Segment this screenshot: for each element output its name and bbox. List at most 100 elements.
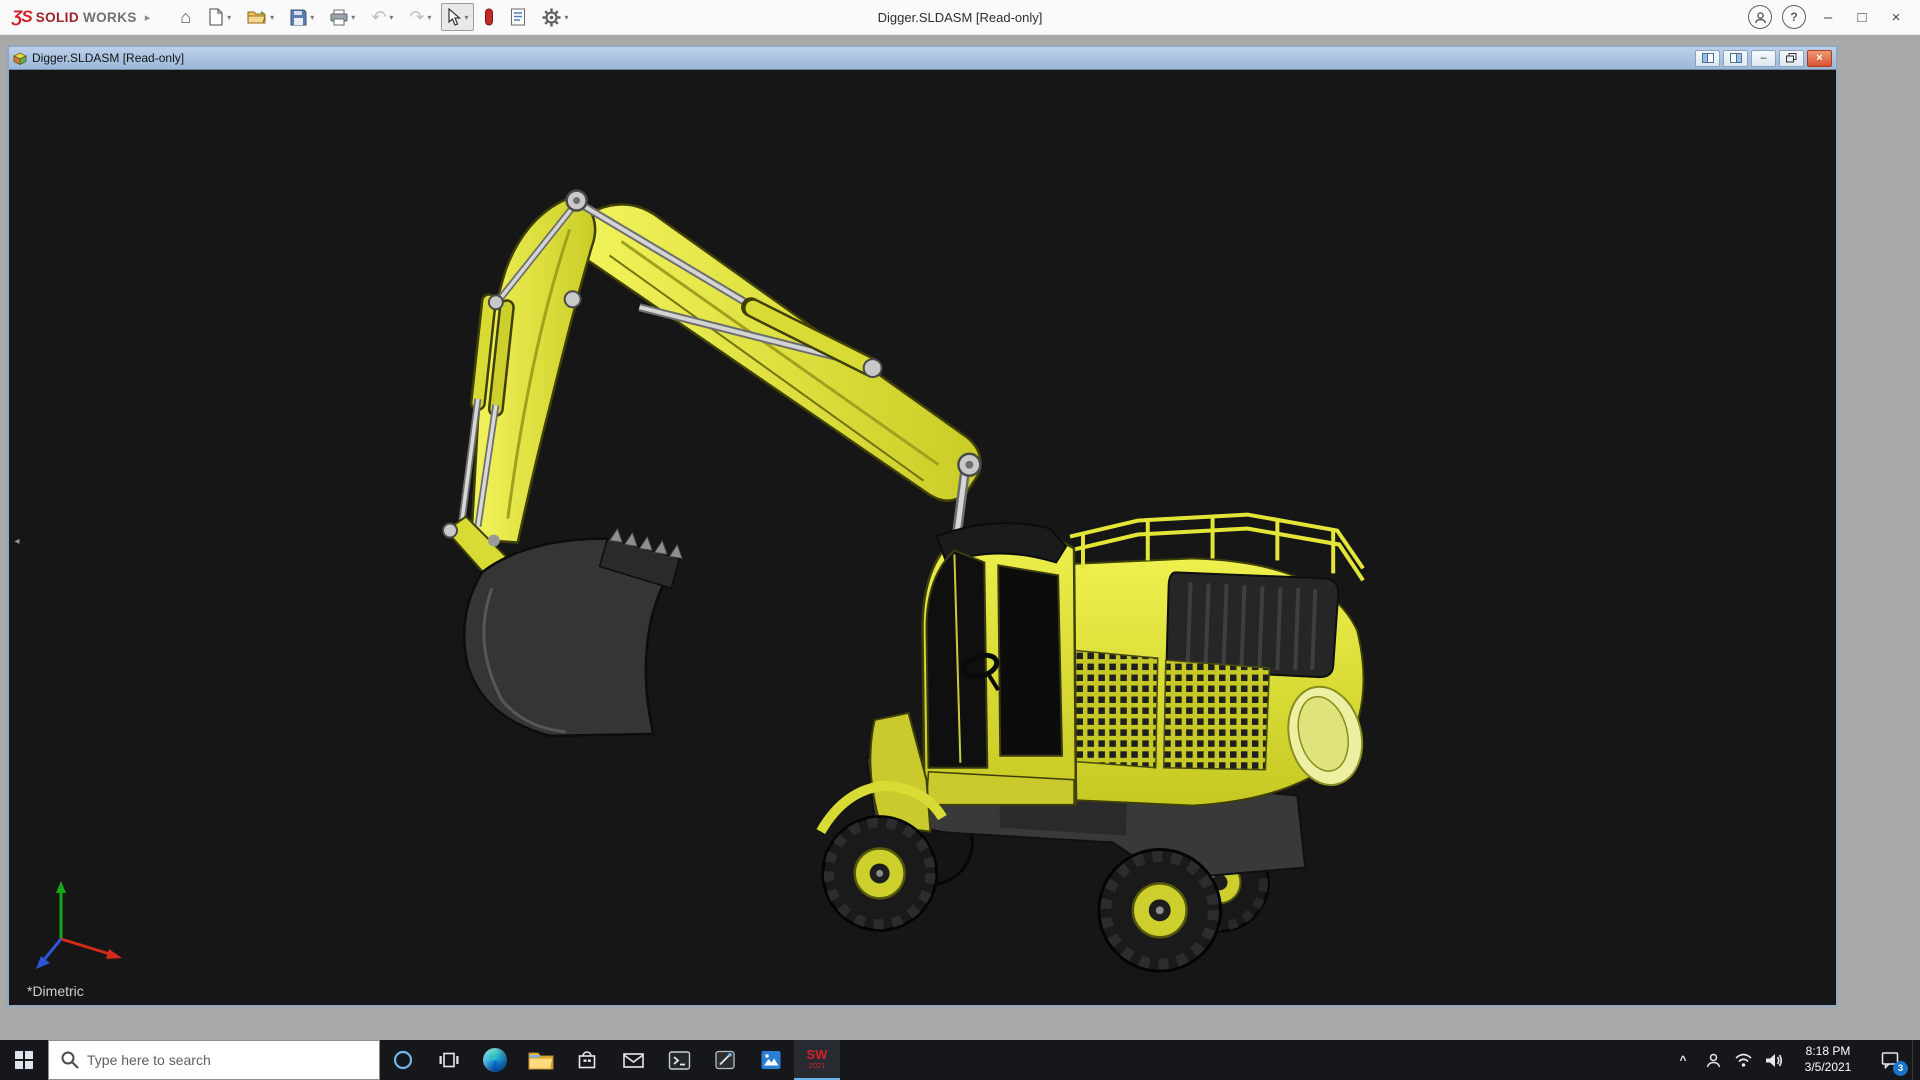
windows-logo-icon [15,1051,33,1069]
help-icon: ? [1790,10,1798,24]
task-view-icon [439,1052,459,1068]
command-prompt-icon [668,1050,690,1070]
cortana-button[interactable] [380,1040,426,1080]
app-minimize-button[interactable]: – [1812,2,1844,32]
user-icon [1754,11,1766,23]
new-document-dropdown[interactable]: ▾ [227,13,231,22]
redo-dropdown[interactable]: ▾ [427,13,431,22]
people-icon [1706,1053,1720,1067]
pane-right-button[interactable] [1723,49,1748,67]
mail-button[interactable] [610,1040,656,1080]
app-close-button[interactable]: × [1880,2,1912,32]
store-button[interactable] [564,1040,610,1080]
menu-flyout-arrow[interactable]: ▸ [145,11,151,24]
app-window-title: Digger.SLDASM [Read-only] [877,10,1043,25]
print-button[interactable]: ▾ [324,3,361,31]
options-dropdown[interactable]: ▾ [564,13,568,22]
document-titlebar[interactable]: Digger.SLDASM [Read-only] – × [9,47,1836,69]
save-dropdown[interactable]: ▾ [310,13,314,22]
doc-minimize-button[interactable]: – [1751,49,1776,67]
featuremanager-collapse-arrow[interactable]: ◂ [11,526,23,556]
app-window-controls: ? – □ × [1744,2,1920,32]
edge-button[interactable] [472,1040,518,1080]
network-button[interactable] [1728,1040,1758,1080]
hidden-icons-button[interactable]: ^ [1668,1040,1698,1080]
view-orientation-label: *Dimetric [27,983,84,999]
assembly-cube-icon [13,52,27,65]
workspace: Digger.SLDASM [Read-only] – × *Dimetric … [0,36,1920,1040]
save-icon [290,9,307,25]
taskbar-clock[interactable]: 8:18 PM 3/5/2021 [1788,1040,1868,1080]
snip-sketch-button[interactable] [702,1040,748,1080]
action-center-button[interactable]: 3 [1868,1040,1912,1080]
new-document-button[interactable]: ▾ [201,3,237,31]
gear-icon [542,8,561,26]
orientation-triad-icon [36,881,122,969]
open-dropdown[interactable]: ▾ [270,13,274,22]
file-properties-icon [511,8,526,26]
excavator-model[interactable] [9,70,1836,1005]
edge-icon [483,1048,507,1072]
open-folder-icon [247,11,266,24]
volume-icon [1765,1053,1782,1067]
undo-icon: ↶ [371,7,387,27]
select-button[interactable]: ▾ [441,3,475,31]
app-maximize-button[interactable]: □ [1846,2,1878,32]
screen: ƷS SOLID WORKS ▸ ⌂ ▾ ▾ ▾ ▾ ↶ ▾ ↷ ▾ ▾ ▾ D… [0,0,1920,1080]
cortana-icon [393,1050,413,1070]
file-explorer-icon [528,1052,554,1070]
solidworks-app-icon: SW [806,1047,828,1062]
show-desktop-button[interactable] [1912,1040,1920,1080]
undo-button[interactable]: ↶ ▾ [365,3,399,31]
solidworks-taskbar-button[interactable]: SW 2021 [794,1040,840,1080]
photos-button[interactable] [748,1040,794,1080]
logo-text-works: WORKS [83,10,137,25]
people-button[interactable] [1698,1040,1728,1080]
solidworks-year-label: 2021 [808,1061,826,1070]
solidworks-logo: ƷS SOLID WORKS [12,7,137,27]
pane-left-button[interactable] [1695,49,1720,67]
volume-button[interactable] [1758,1040,1788,1080]
document-window-controls: – × [1695,49,1832,67]
select-dropdown[interactable]: ▾ [464,13,468,22]
command-prompt-button[interactable] [656,1040,702,1080]
save-button[interactable]: ▾ [284,3,320,31]
doc-restore-button[interactable] [1779,49,1804,67]
taskbar-search [48,1040,380,1080]
viewport-3d[interactable]: *Dimetric ◂ [9,69,1836,1005]
new-document-icon [209,8,223,26]
dassault-logo-icon: ƷS [12,7,33,26]
print-icon [330,9,348,25]
search-input[interactable] [49,1041,379,1079]
network-icon [1734,1053,1752,1067]
selection-filter-icon [485,8,494,26]
mail-icon [622,1053,644,1068]
redo-icon: ↷ [409,7,425,27]
print-dropdown[interactable]: ▾ [351,13,355,22]
selection-filter-button[interactable] [478,3,500,31]
home-button[interactable]: ⌂ [174,3,197,31]
restore-icon [1786,53,1797,63]
search-icon [61,1051,79,1069]
redo-button[interactable]: ↷ ▾ [403,3,437,31]
document-window: Digger.SLDASM [Read-only] – × *Dimetric … [7,45,1838,1007]
start-button[interactable] [0,1040,48,1080]
snip-sketch-icon [715,1050,735,1070]
file-properties-button[interactable] [504,3,532,31]
task-view-button[interactable] [426,1040,472,1080]
pane-left-icon [1701,53,1714,63]
logo-text-solid: SOLID [35,10,79,25]
help-button[interactable]: ? [1782,5,1806,29]
file-explorer-button[interactable] [518,1040,564,1080]
main-toolbar: ⌂ ▾ ▾ ▾ ▾ ↶ ▾ ↷ ▾ ▾ ▾ [174,3,574,31]
clock-date: 3/5/2021 [1804,1060,1852,1074]
pane-right-icon [1729,53,1742,63]
home-icon: ⌂ [180,7,192,27]
options-button[interactable]: ▾ [536,3,574,31]
app-titlebar: ƷS SOLID WORKS ▸ ⌂ ▾ ▾ ▾ ▾ ↶ ▾ ↷ ▾ ▾ ▾ D… [0,0,1920,35]
user-account-button[interactable] [1748,5,1772,29]
open-button[interactable]: ▾ [241,3,280,31]
doc-close-button[interactable]: × [1807,49,1832,67]
undo-dropdown[interactable]: ▾ [389,13,393,22]
taskbar: SW 2021 ^ 8:18 PM [0,1040,1920,1080]
